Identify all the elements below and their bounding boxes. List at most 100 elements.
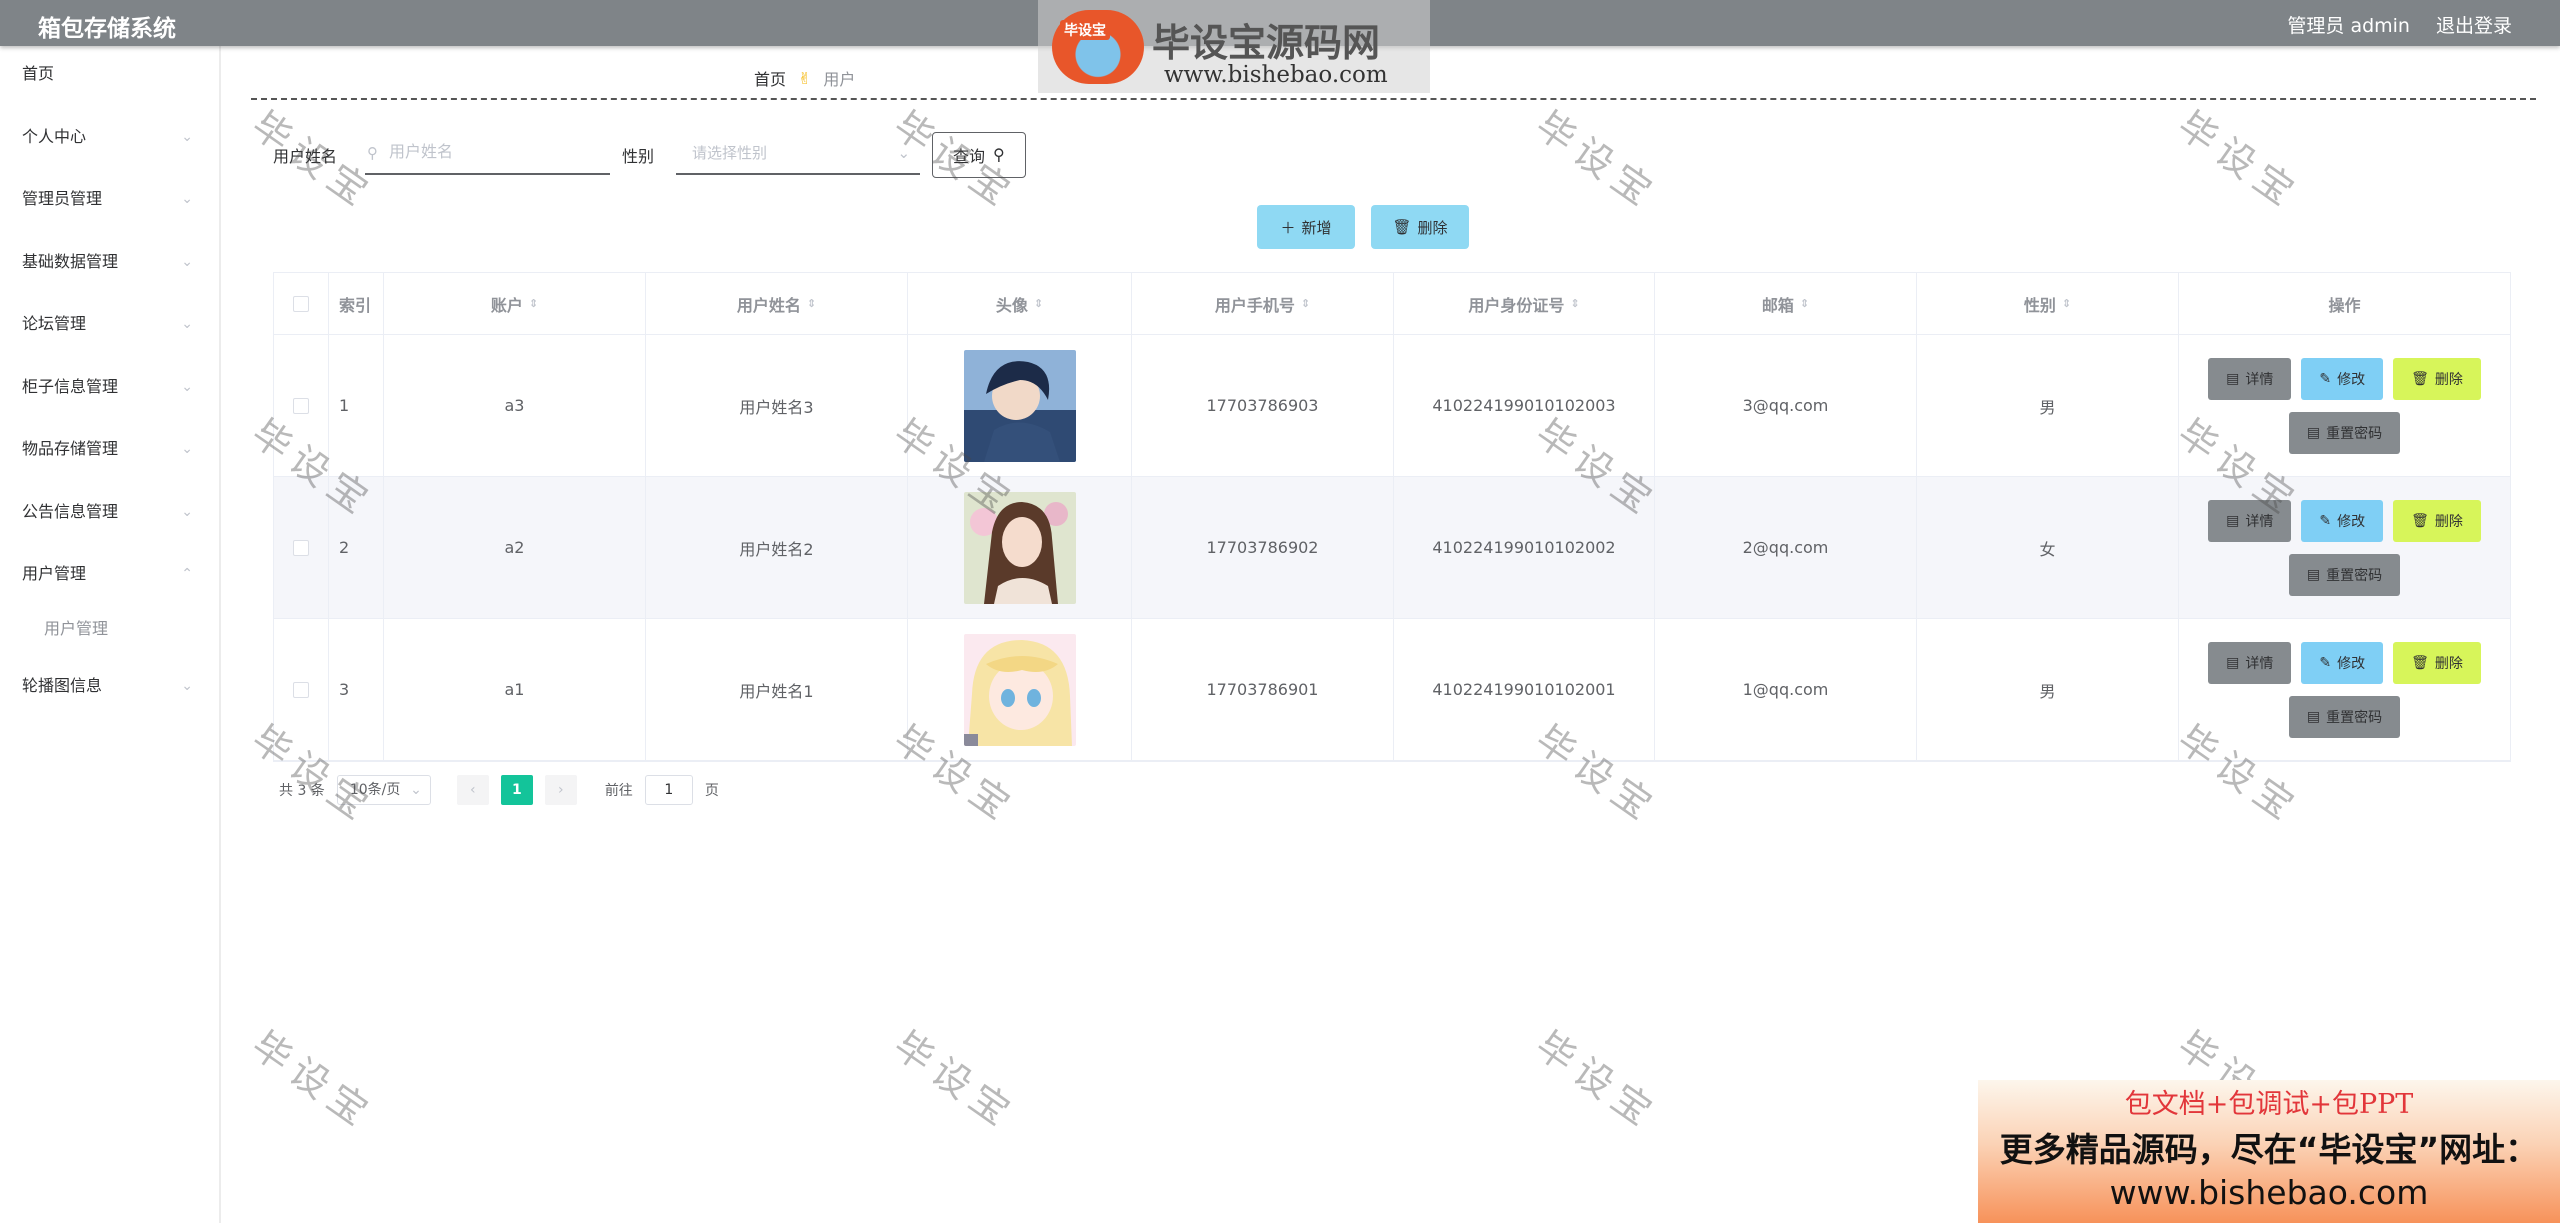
detail-button[interactable]: ▤ 详情	[2208, 499, 2292, 542]
sort-icon[interactable]: ⇕	[807, 297, 816, 310]
header-sex[interactable]: 性别 ⇕	[1917, 273, 2179, 334]
header-avatar[interactable]: 头像 ⇕	[908, 273, 1132, 334]
pencil-icon: ✎	[2319, 512, 2332, 528]
document-icon: ▤	[2226, 370, 2240, 386]
edit-button[interactable]: ✎ 修改	[2301, 357, 2384, 400]
pencil-icon: ✎	[2319, 654, 2332, 670]
add-button[interactable]: ＋新增	[1257, 205, 1355, 249]
header-phone[interactable]: 用户手机号 ⇕	[1132, 273, 1394, 334]
sex-select[interactable]: 请选择性别 ⌄	[676, 135, 921, 175]
sidebar-item-users[interactable]: 用户管理 ⌃	[0, 546, 219, 600]
chevron-down-icon: ⌄	[181, 128, 193, 145]
sort-icon[interactable]: ⇕	[1800, 297, 1809, 310]
row-checkbox[interactable]	[274, 335, 329, 476]
chevron-down-icon: ⌄	[181, 191, 193, 207]
logo-url: www.bishebao.com	[1164, 62, 1388, 88]
sidebar-item-notice[interactable]: 公告信息管理 ⌄	[0, 484, 219, 547]
reset-password-button[interactable]: ▤ 重置密码	[2288, 411, 2401, 454]
avatar	[963, 491, 1076, 604]
search-icon: ⚲	[367, 144, 379, 162]
header-name[interactable]: 用户姓名 ⇕	[646, 273, 908, 334]
query-button[interactable]: 查询 ⚲	[932, 132, 1026, 178]
admin-user-label[interactable]: 管理员 admin	[2287, 11, 2410, 38]
chevron-down-icon: ⌄	[181, 441, 193, 457]
sidebar-item-carousel[interactable]: 轮播图信息 ⌄	[0, 658, 219, 721]
breadcrumb-current: 用户	[823, 70, 856, 89]
sort-icon[interactable]: ⇕	[2062, 297, 2071, 310]
chevron-down-icon: ⌄	[181, 316, 193, 332]
row-id-card: 410224199010102001	[1394, 619, 1655, 760]
sidebar-item-home[interactable]: 首页	[0, 46, 219, 109]
row-ops: ▤ 详情 ✎ 修改 🗑 删除 ▤ 重置密码	[2179, 619, 2510, 760]
row-phone: 17703786902	[1132, 477, 1394, 618]
sidebar-item-admin[interactable]: 管理员管理 ⌄	[0, 171, 219, 234]
select-all-checkbox[interactable]	[274, 273, 329, 334]
next-page-button[interactable]: ›	[544, 775, 577, 805]
row-checkbox[interactable]	[274, 477, 329, 618]
edit-button[interactable]: ✎ 修改	[2301, 499, 2384, 542]
page-button[interactable]: 1	[500, 775, 533, 805]
row-id-card: 410224199010102002	[1394, 477, 1655, 618]
delete-button[interactable]: 🗑 删除	[2393, 641, 2481, 684]
chevron-left-icon: ‹	[470, 782, 476, 798]
goto-page-input[interactable]: 1	[644, 775, 693, 805]
delete-button[interactable]: 🗑 删除	[2393, 499, 2481, 542]
table-row: 3 a1 用户姓名1 17703786901 41022419901010200…	[274, 619, 2510, 761]
header-ops: 操作	[2328, 295, 2361, 315]
row-phone: 17703786901	[1132, 619, 1394, 760]
avatar-cell	[908, 335, 1132, 476]
row-account: a3	[384, 335, 646, 476]
sidebar-item-cabinet[interactable]: 柜子信息管理 ⌄	[0, 359, 219, 422]
breadcrumb-home[interactable]: 首页	[754, 66, 786, 90]
sidebar-item-storage[interactable]: 物品存储管理 ⌄	[0, 421, 219, 484]
reset-password-button[interactable]: ▤ 重置密码	[2288, 553, 2401, 596]
sort-icon[interactable]: ⇕	[1301, 297, 1310, 310]
page-unit-label: 页	[704, 783, 719, 799]
name-label: 用户姓名	[273, 147, 338, 166]
sex-label: 性别	[622, 147, 655, 166]
row-checkbox[interactable]	[274, 619, 329, 760]
action-bar: ＋新增 🗑 删除	[1257, 205, 1469, 249]
row-email: 1@qq.com	[1655, 619, 1917, 760]
sidebar-subitem-users[interactable]: 用户管理	[0, 600, 219, 658]
sort-icon[interactable]: ⇕	[529, 297, 538, 310]
promo-banner: 包文档+包调试+包PPT 更多精品源码，尽在“毕设宝”网址： www.bishe…	[1978, 1080, 2560, 1223]
header-index: 索引	[329, 273, 384, 334]
batch-delete-button[interactable]: 🗑 删除	[1371, 205, 1469, 249]
row-ops: ▤ 详情 ✎ 修改 🗑 删除 ▤ 重置密码	[2179, 477, 2510, 618]
reset-password-button[interactable]: ▤ 重置密码	[2288, 695, 2401, 738]
edit-button[interactable]: ✎ 修改	[2301, 641, 2384, 684]
chevron-down-icon: ⌄	[410, 782, 422, 798]
header-email[interactable]: 邮箱 ⇕	[1655, 273, 1917, 334]
sort-icon[interactable]: ⇕	[1034, 297, 1043, 310]
detail-button[interactable]: ▤ 详情	[2208, 641, 2292, 684]
sidebar-item-basic-data[interactable]: 基础数据管理 ⌄	[0, 234, 219, 297]
logout-button[interactable]: 退出登录	[2436, 11, 2512, 38]
document-icon: ▤	[2306, 708, 2321, 724]
page-size-select[interactable]: 10条/页 ⌄	[336, 775, 431, 805]
prev-page-button[interactable]: ‹	[456, 775, 489, 805]
search-bar: 用户姓名 ⚲ 性别 请选择性别 ⌄ 查询 ⚲	[273, 132, 1026, 178]
detail-button[interactable]: ▤ 详情	[2208, 357, 2292, 400]
sort-icon[interactable]: ⇕	[1570, 297, 1579, 310]
sidebar-item-profile[interactable]: 个人中心 ⌄	[0, 109, 219, 172]
row-ops: ▤ 详情 ✎ 修改 🗑 删除 ▤ 重置密码	[2179, 335, 2510, 476]
logo-title: 毕设宝源码网	[1152, 21, 1381, 65]
chevron-right-icon: ›	[558, 782, 564, 798]
row-email: 2@qq.com	[1655, 477, 1917, 618]
row-sex: 男	[1917, 619, 2179, 760]
name-field: ⚲	[365, 135, 611, 175]
sidebar-item-forum[interactable]: 论坛管理 ⌄	[0, 296, 219, 359]
header-account[interactable]: 账户 ⇕	[384, 273, 646, 334]
delete-button[interactable]: 🗑 删除	[2393, 357, 2481, 400]
promo-line-1: 包文档+包调试+包PPT	[2124, 1089, 2414, 1120]
chevron-down-icon: ⌄	[181, 503, 193, 520]
pagination: 共 3 条 10条/页 ⌄ ‹ 1 › 前往 1 页	[279, 775, 719, 805]
row-sex: 女	[1917, 477, 2179, 618]
header-id-card[interactable]: 用户身份证号 ⇕	[1394, 273, 1655, 334]
table-header: 索引 账户 ⇕ 用户姓名 ⇕ 头像 ⇕ 用户手机号 ⇕ 用户身份证号 ⇕ 邮箱 ⇕ 性别 ⇕ …	[274, 273, 2510, 335]
trash-icon: 🗑	[2411, 654, 2429, 670]
name-search-input[interactable]	[365, 135, 611, 171]
pencil-icon: ✎	[2319, 370, 2332, 386]
row-index: 2	[329, 477, 384, 618]
